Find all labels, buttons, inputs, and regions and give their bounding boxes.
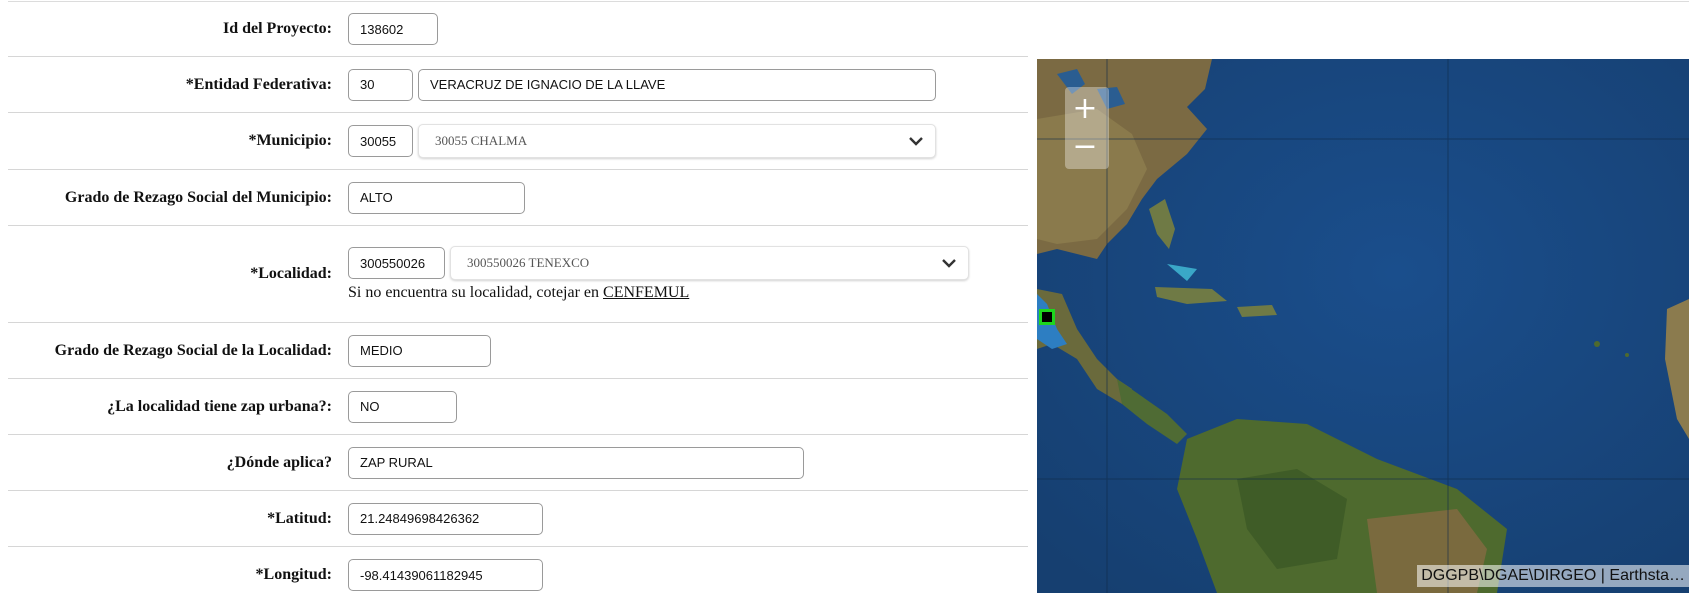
row-rezago-localidad: Grado de Rezago Social de la Localidad: bbox=[8, 323, 1028, 379]
row-donde-aplica: ¿Dónde aplica? bbox=[8, 435, 1028, 491]
label-longitud: *Longitud: bbox=[255, 566, 332, 583]
entidad-name-field[interactable] bbox=[418, 68, 936, 101]
localidad-help: Si no encuentra su localidad, cotejar en… bbox=[348, 284, 1028, 302]
zoom-out-button[interactable]: − bbox=[1067, 129, 1103, 165]
latitud-field[interactable] bbox=[348, 502, 543, 535]
id-proyecto-field[interactable] bbox=[348, 13, 438, 45]
zap-urbana-field[interactable] bbox=[348, 390, 457, 423]
label-latitud: *Latitud: bbox=[267, 509, 332, 527]
row-rezago-municipio: Grado de Rezago Social del Municipio: bbox=[8, 170, 1028, 226]
location-marker[interactable] bbox=[1039, 309, 1055, 325]
label-id-proyecto: Id del Proyecto: bbox=[222, 20, 332, 37]
cenfemul-link[interactable]: CENFEMUL bbox=[603, 284, 689, 301]
localidad-help-text: Si no encuentra su localidad, cotejar en bbox=[348, 284, 604, 301]
entidad-code-field[interactable] bbox=[348, 68, 413, 101]
label-donde-aplica: ¿Dónde aplica? bbox=[226, 453, 332, 471]
row-entidad: *Entidad Federativa: bbox=[8, 57, 1028, 113]
chevron-down-icon bbox=[907, 132, 925, 150]
label-entidad: *Entidad Federativa: bbox=[185, 75, 332, 93]
zoom-in-button[interactable]: + bbox=[1067, 91, 1103, 127]
rezago-localidad-field[interactable] bbox=[348, 334, 491, 367]
label-localidad: *Localidad: bbox=[250, 265, 332, 282]
localidad-select[interactable]: 300550026 TENEXCO bbox=[450, 246, 969, 280]
satellite-imagery bbox=[1037, 59, 1689, 593]
localidad-code-field[interactable] bbox=[348, 247, 445, 279]
longitud-field[interactable] bbox=[348, 559, 543, 591]
municipio-code-field[interactable] bbox=[348, 125, 413, 157]
chevron-down-icon bbox=[940, 254, 958, 272]
zoom-controls: + − bbox=[1065, 87, 1109, 169]
row-latitud: *Latitud: bbox=[8, 491, 1028, 547]
municipio-select[interactable]: 30055 CHALMA bbox=[418, 124, 936, 158]
map-view[interactable]: + − DGGPB\DGAE\DIRGEO | Earthsta… bbox=[1037, 59, 1689, 593]
localidad-selected-value: 300550026 TENEXCO bbox=[467, 255, 590, 270]
label-municipio: *Municipio: bbox=[248, 132, 332, 149]
row-municipio: *Municipio: 30055 CHALMA bbox=[8, 113, 1028, 170]
label-rezago-localidad: Grado de Rezago Social de la Localidad: bbox=[54, 341, 332, 359]
label-zap-urbana: ¿La localidad tiene zap urbana?: bbox=[107, 397, 332, 415]
row-zap-urbana: ¿La localidad tiene zap urbana?: bbox=[8, 379, 1028, 435]
label-rezago-municipio: Grado de Rezago Social del Municipio: bbox=[64, 188, 332, 206]
map-attribution: DGGPB\DGAE\DIRGEO | Earthsta… bbox=[1417, 565, 1689, 587]
project-form: Id del Proyecto: *Entidad Federativa: *M… bbox=[8, 2, 1028, 603]
row-longitud: *Longitud: bbox=[8, 547, 1028, 603]
row-localidad: *Localidad: 300550026 TENEXCO Si no encu… bbox=[8, 226, 1028, 323]
rezago-municipio-field[interactable] bbox=[348, 181, 525, 214]
municipio-selected-value: 30055 CHALMA bbox=[435, 133, 528, 148]
donde-aplica-field[interactable] bbox=[348, 446, 804, 479]
row-id-proyecto: Id del Proyecto: bbox=[8, 2, 1028, 57]
